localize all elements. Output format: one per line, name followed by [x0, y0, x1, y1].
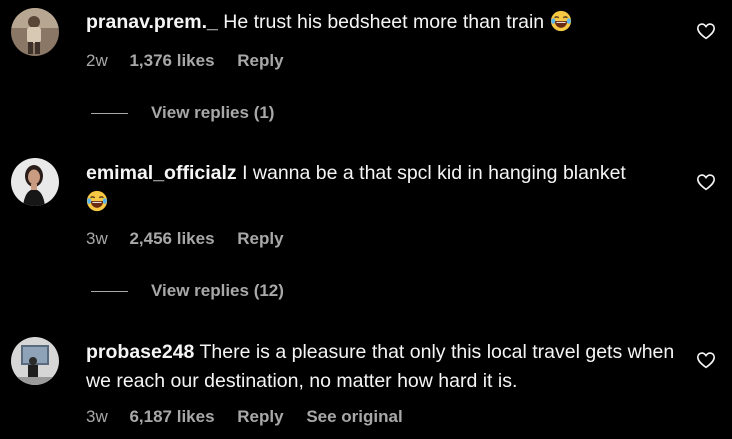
comment-meta: 3w 6,187 likes Reply See original: [86, 407, 403, 427]
comment-username[interactable]: pranav.prem._: [86, 11, 218, 33]
view-replies-button[interactable]: View replies (1): [91, 101, 274, 125]
comment-body: probase248 There is a pleasure that only…: [86, 338, 676, 395]
like-heart-icon[interactable]: [696, 173, 716, 191]
avatar-photo-icon: [11, 337, 59, 385]
comment-likes[interactable]: 1,376 likes: [129, 51, 214, 71]
view-replies-divider: [91, 112, 128, 114]
view-replies-label: View replies (1): [151, 103, 275, 122]
reply-button[interactable]: Reply: [237, 407, 283, 427]
reply-button[interactable]: Reply: [237, 229, 283, 249]
comment-text: I wanna be a that spcl kid in hanging bl…: [242, 162, 626, 184]
comment-username[interactable]: emimal_officialz: [86, 162, 237, 184]
laughing-emoji-icon: [550, 10, 571, 32]
comment-likes[interactable]: 2,456 likes: [129, 229, 214, 249]
view-replies-button[interactable]: View replies (12): [91, 279, 284, 303]
comment-meta: 2w 1,376 likes Reply: [86, 51, 302, 71]
view-replies-divider: [91, 290, 128, 292]
comment-time: 3w: [86, 229, 108, 248]
see-original-button[interactable]: See original: [306, 407, 402, 427]
comment-body: emimal_officialz I wanna be a that spcl …: [86, 159, 676, 216]
avatar-photo-icon: [11, 158, 59, 206]
avatar[interactable]: [11, 158, 59, 206]
comment-text: He trust his bedsheet more than train: [223, 11, 545, 33]
avatar[interactable]: [11, 337, 59, 385]
comment-time: 3w: [86, 407, 108, 426]
reply-button[interactable]: Reply: [237, 51, 283, 71]
comment-username[interactable]: probase248: [86, 341, 194, 363]
laughing-emoji-icon: [86, 190, 108, 211]
comment-likes[interactable]: 6,187 likes: [129, 407, 214, 427]
like-heart-icon[interactable]: [696, 351, 716, 369]
avatar[interactable]: [11, 8, 59, 56]
comment-body: pranav.prem._ He trust his bedsheet more…: [86, 8, 676, 37]
like-heart-icon[interactable]: [696, 22, 716, 40]
avatar-photo-icon: [11, 8, 59, 56]
view-replies-label: View replies (12): [151, 281, 284, 300]
comment-time: 2w: [86, 51, 108, 70]
comment-meta: 3w 2,456 likes Reply: [86, 229, 302, 249]
